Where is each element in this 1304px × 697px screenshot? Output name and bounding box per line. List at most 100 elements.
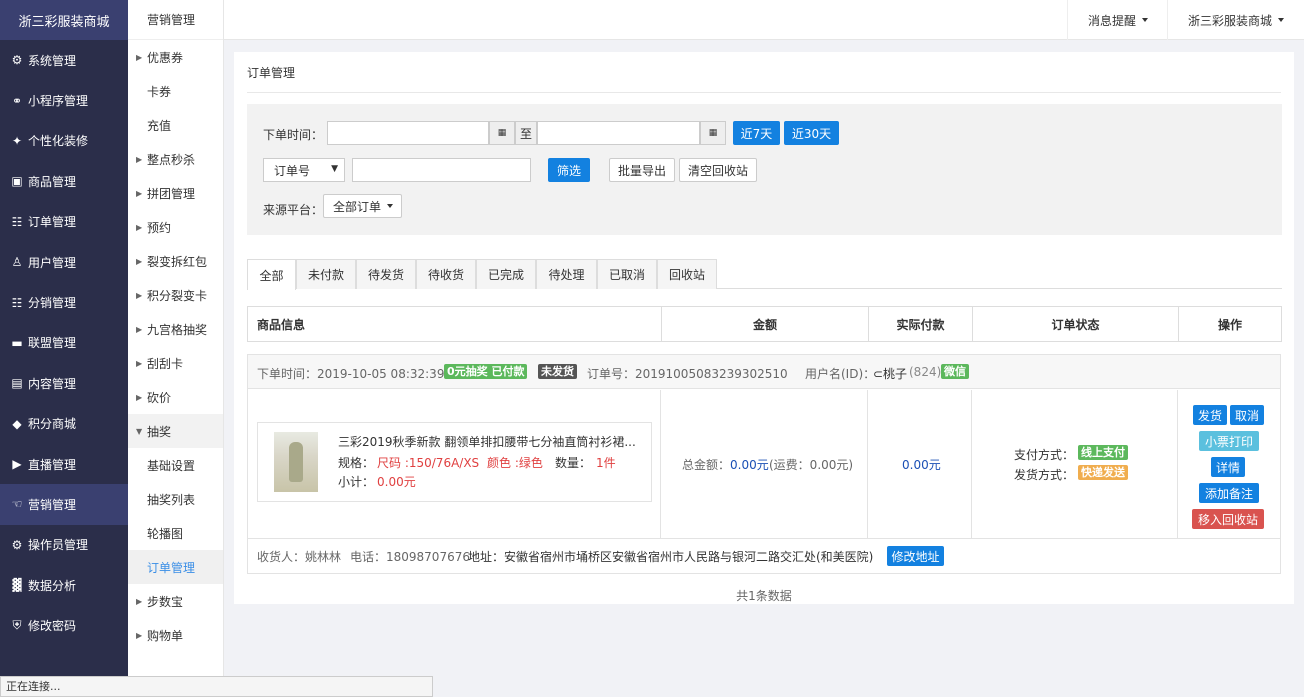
sidebar-item[interactable]: ⚙ 系统管理: [0, 40, 128, 80]
link-icon: ⚭: [11, 93, 23, 108]
subnav-item[interactable]: 基础设置: [128, 448, 223, 482]
edit-address-button[interactable]: 修改地址: [887, 546, 944, 566]
subnav-item[interactable]: ▶ 裂变拆红包: [128, 244, 223, 278]
user-name: ⊂桃子: [873, 367, 908, 381]
sidebar-item[interactable]: ☷ 分销管理: [0, 282, 128, 322]
product-name[interactable]: 三彩2019秋季新款 翻领单排扣腰带七分袖直筒衬衫裙...: [338, 433, 638, 450]
clear-recycle-button[interactable]: 清空回收站: [679, 158, 757, 182]
pay-method-badge: 线上支付: [1078, 445, 1128, 460]
search-field-select[interactable]: 订单号 ▼: [263, 158, 345, 182]
sidebar-item-label: 分销管理: [28, 296, 77, 311]
clipboard-icon: ☷: [11, 214, 23, 229]
subtotal-label: 小计：: [338, 475, 375, 489]
subnav-item[interactable]: 轮播图: [128, 516, 223, 550]
shop-dropdown[interactable]: 浙三彩服装商城: [1167, 0, 1304, 40]
sidebar-item[interactable]: ☷ 订单管理: [0, 202, 128, 242]
sidebar-item-label: 内容管理: [28, 376, 77, 391]
tab-order-status[interactable]: 待处理: [536, 259, 597, 289]
tab-order-status[interactable]: 待收货: [416, 259, 476, 289]
filter-button[interactable]: 筛选: [548, 158, 590, 182]
subnav-item-label: 步数宝: [147, 594, 184, 609]
dress-figure: [289, 442, 303, 482]
notifications-dropdown[interactable]: 消息提醒: [1067, 0, 1168, 40]
filter-panel: 下单时间： ▦ 至 ▦ 近7天 近30天 订单号 ▼ 筛选 批量导出 清空回收站…: [247, 104, 1282, 235]
sidebar-item[interactable]: ⚙ 操作员管理: [0, 525, 128, 565]
ship-button[interactable]: 发货: [1193, 405, 1227, 425]
divider: [660, 390, 661, 538]
col-order-status: 订单状态: [972, 307, 1178, 341]
subnav-item[interactable]: ▶ 积分裂变卡: [128, 278, 223, 312]
subnav-item[interactable]: ▶ 拼团管理: [128, 176, 223, 210]
order-card: 下单时间：2019-10-05 08:32:39 0元抽奖 已付款 未发货 订单…: [247, 354, 1281, 574]
end-date-input[interactable]: [537, 121, 700, 145]
diamond-icon: ✦: [11, 133, 23, 148]
col-actions: 操作: [1178, 307, 1281, 341]
calendar-icon[interactable]: ▦: [700, 121, 726, 145]
order-time-label: 下单时间：: [263, 128, 324, 142]
tab-order-status[interactable]: 全部: [247, 259, 296, 290]
subnav-item[interactable]: ▶ 整点秒杀: [128, 142, 223, 176]
source-platform-dropdown[interactable]: 全部订单: [323, 194, 402, 218]
cancel-button[interactable]: 取消: [1230, 405, 1264, 425]
subnav-item[interactable]: 卡券: [128, 74, 223, 108]
subnav-item[interactable]: ▶ 砍价: [128, 380, 223, 414]
batch-export-button[interactable]: 批量导出: [609, 158, 675, 182]
sidebar-item[interactable]: ▣ 商品管理: [0, 161, 128, 201]
subnav-item-label: 积分裂变卡: [147, 288, 208, 303]
subnav-item[interactable]: ▶ 九宫格抽奖: [128, 312, 223, 346]
caret-right-icon: ▶: [136, 154, 143, 164]
total-count: 共1条数据: [736, 589, 792, 603]
sidebar-item[interactable]: ♙ 用户管理: [0, 242, 128, 282]
table-header: 商品信息 金额 实际付款 订单状态 操作: [247, 306, 1282, 342]
sidebar-item[interactable]: ⚭ 小程序管理: [0, 80, 128, 120]
top-bar: 消息提醒 浙三彩服装商城: [224, 0, 1304, 40]
caret-right-icon: ▶: [136, 358, 143, 368]
tab-order-status[interactable]: 未付款: [296, 259, 356, 289]
sidebar-item[interactable]: ✦ 个性化装修: [0, 121, 128, 161]
sidebar-item[interactable]: ◆ 积分商城: [0, 404, 128, 444]
add-note-button[interactable]: 添加备注: [1199, 483, 1259, 503]
subnav-item[interactable]: ▶ 优惠券: [128, 40, 223, 74]
subnav-item[interactable]: ▶ 步数宝: [128, 584, 223, 618]
user-id: (824): [909, 365, 942, 379]
channel-badge: 微信: [941, 364, 969, 379]
start-date-input[interactable]: [327, 121, 489, 145]
tab-order-status[interactable]: 已完成: [476, 259, 536, 289]
sidebar-item[interactable]: ⛨ 修改密码: [0, 605, 128, 645]
product-box[interactable]: 三彩2019秋季新款 翻领单排扣腰带七分袖直筒衬衫裙... 规格： 尺码 :15…: [257, 422, 652, 502]
sidebar-item[interactable]: ☜ 营销管理: [0, 484, 128, 525]
order-tabs: 全部 未付款 待发货 待收货 已完成 待处理 已取消 回收站: [247, 259, 1282, 290]
subnav-item[interactable]: ▶ 刮刮卡: [128, 346, 223, 380]
detail-button[interactable]: 详情: [1211, 457, 1245, 477]
subnav-item-label: 充值: [147, 118, 172, 133]
subnav-item[interactable]: 抽奖列表: [128, 482, 223, 516]
subnav-item[interactable]: 充值: [128, 108, 223, 142]
subnav-item[interactable]: ▼ 抽奖: [128, 414, 223, 448]
tab-order-status[interactable]: 回收站: [657, 259, 717, 289]
calendar-icon[interactable]: ▦: [489, 121, 515, 145]
subnav-item[interactable]: 订单管理: [128, 550, 223, 584]
sidebar-item[interactable]: ▤ 内容管理: [0, 363, 128, 403]
sidebar-item-label: 订单管理: [28, 215, 77, 230]
sidebar-item[interactable]: ▬ 联盟管理: [0, 323, 128, 363]
tab-order-status[interactable]: 已取消: [597, 259, 657, 289]
sidebar: 浙三彩服装商城 ⚙ 系统管理 ⚭ 小程序管理 ✦ 个性化装修 ▣ 商品管理 ☷ 订单管理 ♙ 用户管理…: [0, 0, 128, 697]
sidebar-item-label: 直播管理: [28, 457, 77, 472]
sidebar-item[interactable]: ▓ 数据分析: [0, 565, 128, 605]
keyword-input[interactable]: [352, 158, 531, 182]
subnav-item-label: 砍价: [147, 390, 172, 405]
move-to-recycle-button[interactable]: 移入回收站: [1192, 509, 1264, 529]
order-time: 下单时间：2019-10-05 08:32:39: [257, 367, 445, 381]
last-7-days-button[interactable]: 近7天: [733, 121, 780, 145]
brand-logo[interactable]: 浙三彩服装商城: [0, 0, 128, 40]
print-receipt-button[interactable]: 小票打印: [1199, 431, 1259, 451]
tab-order-status[interactable]: 待发货: [356, 259, 416, 289]
status-bar: 正在连接...: [0, 676, 433, 697]
divider: [971, 390, 972, 538]
total-value: 0.00元: [730, 458, 769, 472]
subnav-item[interactable]: ▶ 预约: [128, 210, 223, 244]
last-30-days-button[interactable]: 近30天: [784, 121, 839, 145]
order-type-badge: 0元抽奖 已付款: [444, 364, 528, 379]
subnav-item[interactable]: ▶ 购物单: [128, 618, 223, 652]
sidebar-item[interactable]: ▶ 直播管理: [0, 444, 128, 484]
